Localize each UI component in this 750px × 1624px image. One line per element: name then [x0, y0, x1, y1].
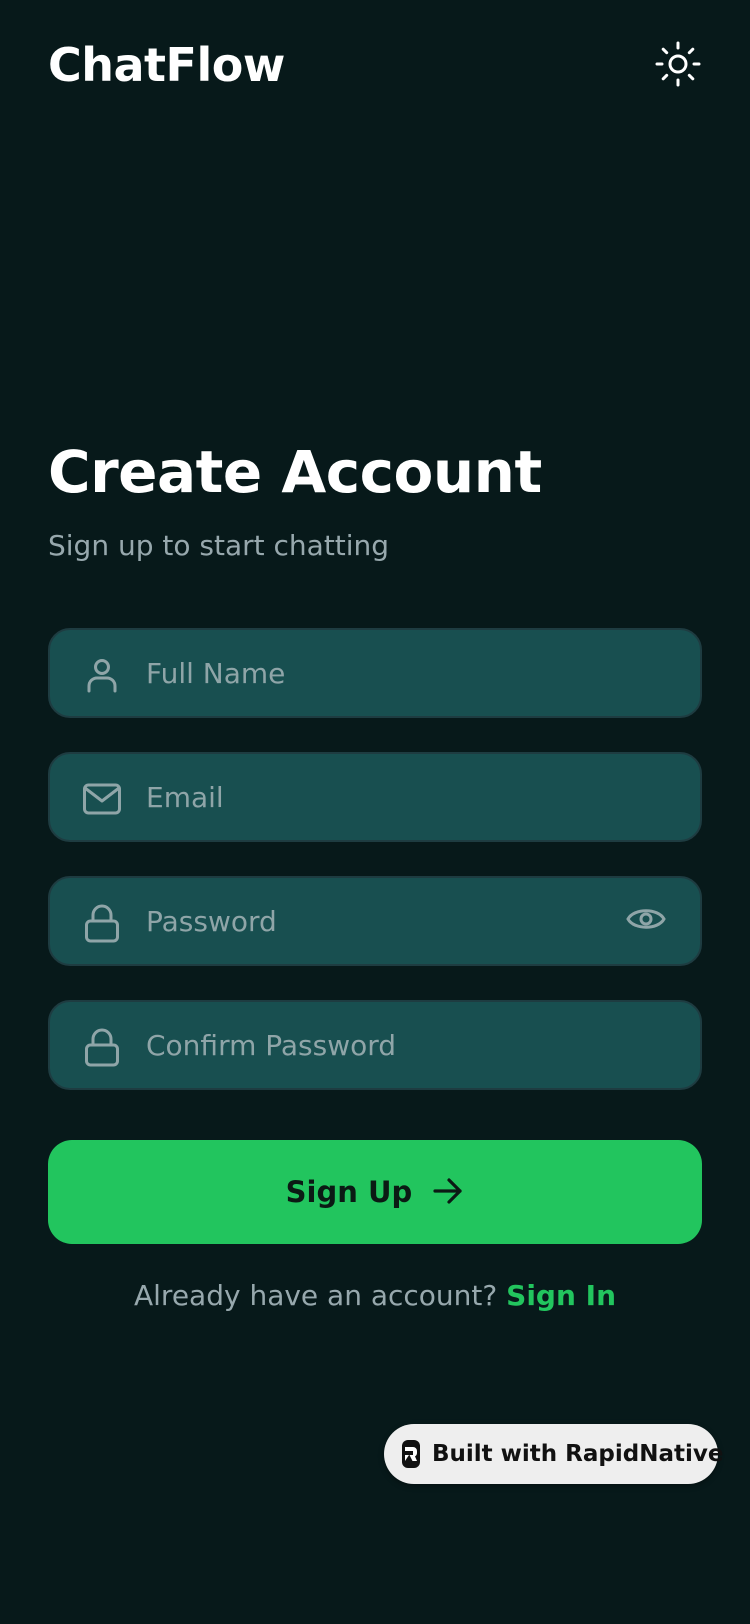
password-input[interactable] [146, 878, 626, 964]
page-title: Create Account [48, 438, 542, 506]
full-name-field[interactable] [48, 628, 702, 718]
arrow-right-icon [432, 1176, 464, 1209]
email-field[interactable] [48, 752, 702, 842]
confirm-password-input[interactable] [146, 1002, 626, 1088]
sign-up-label: Sign Up [285, 1175, 413, 1209]
rapidnative-logo-icon [402, 1440, 420, 1468]
theme-toggle-button[interactable] [652, 40, 704, 92]
password-field[interactable] [48, 876, 702, 966]
lock-icon [82, 903, 122, 943]
built-with-label: Built with RapidNative [432, 1441, 724, 1467]
sign-in-prompt: Already have an account? Sign In [0, 1276, 750, 1316]
eye-icon [626, 905, 666, 937]
sun-icon [655, 41, 701, 91]
confirm-password-field[interactable] [48, 1000, 702, 1090]
user-icon [82, 655, 122, 695]
email-input[interactable] [146, 754, 626, 840]
full-name-input[interactable] [146, 630, 626, 716]
sign-up-button[interactable]: Sign Up [48, 1140, 702, 1244]
app-title: ChatFlow [48, 38, 285, 92]
built-with-badge[interactable]: Built with RapidNative [384, 1424, 723, 1484]
show-password-button[interactable] [624, 901, 668, 941]
lock-icon [82, 1027, 122, 1067]
page-subtitle: Sign up to start chatting [48, 529, 390, 562]
sign-in-link[interactable]: Sign In [506, 1279, 616, 1312]
mail-icon [82, 779, 122, 819]
sign-in-prompt-text: Already have an account? [133, 1279, 507, 1312]
